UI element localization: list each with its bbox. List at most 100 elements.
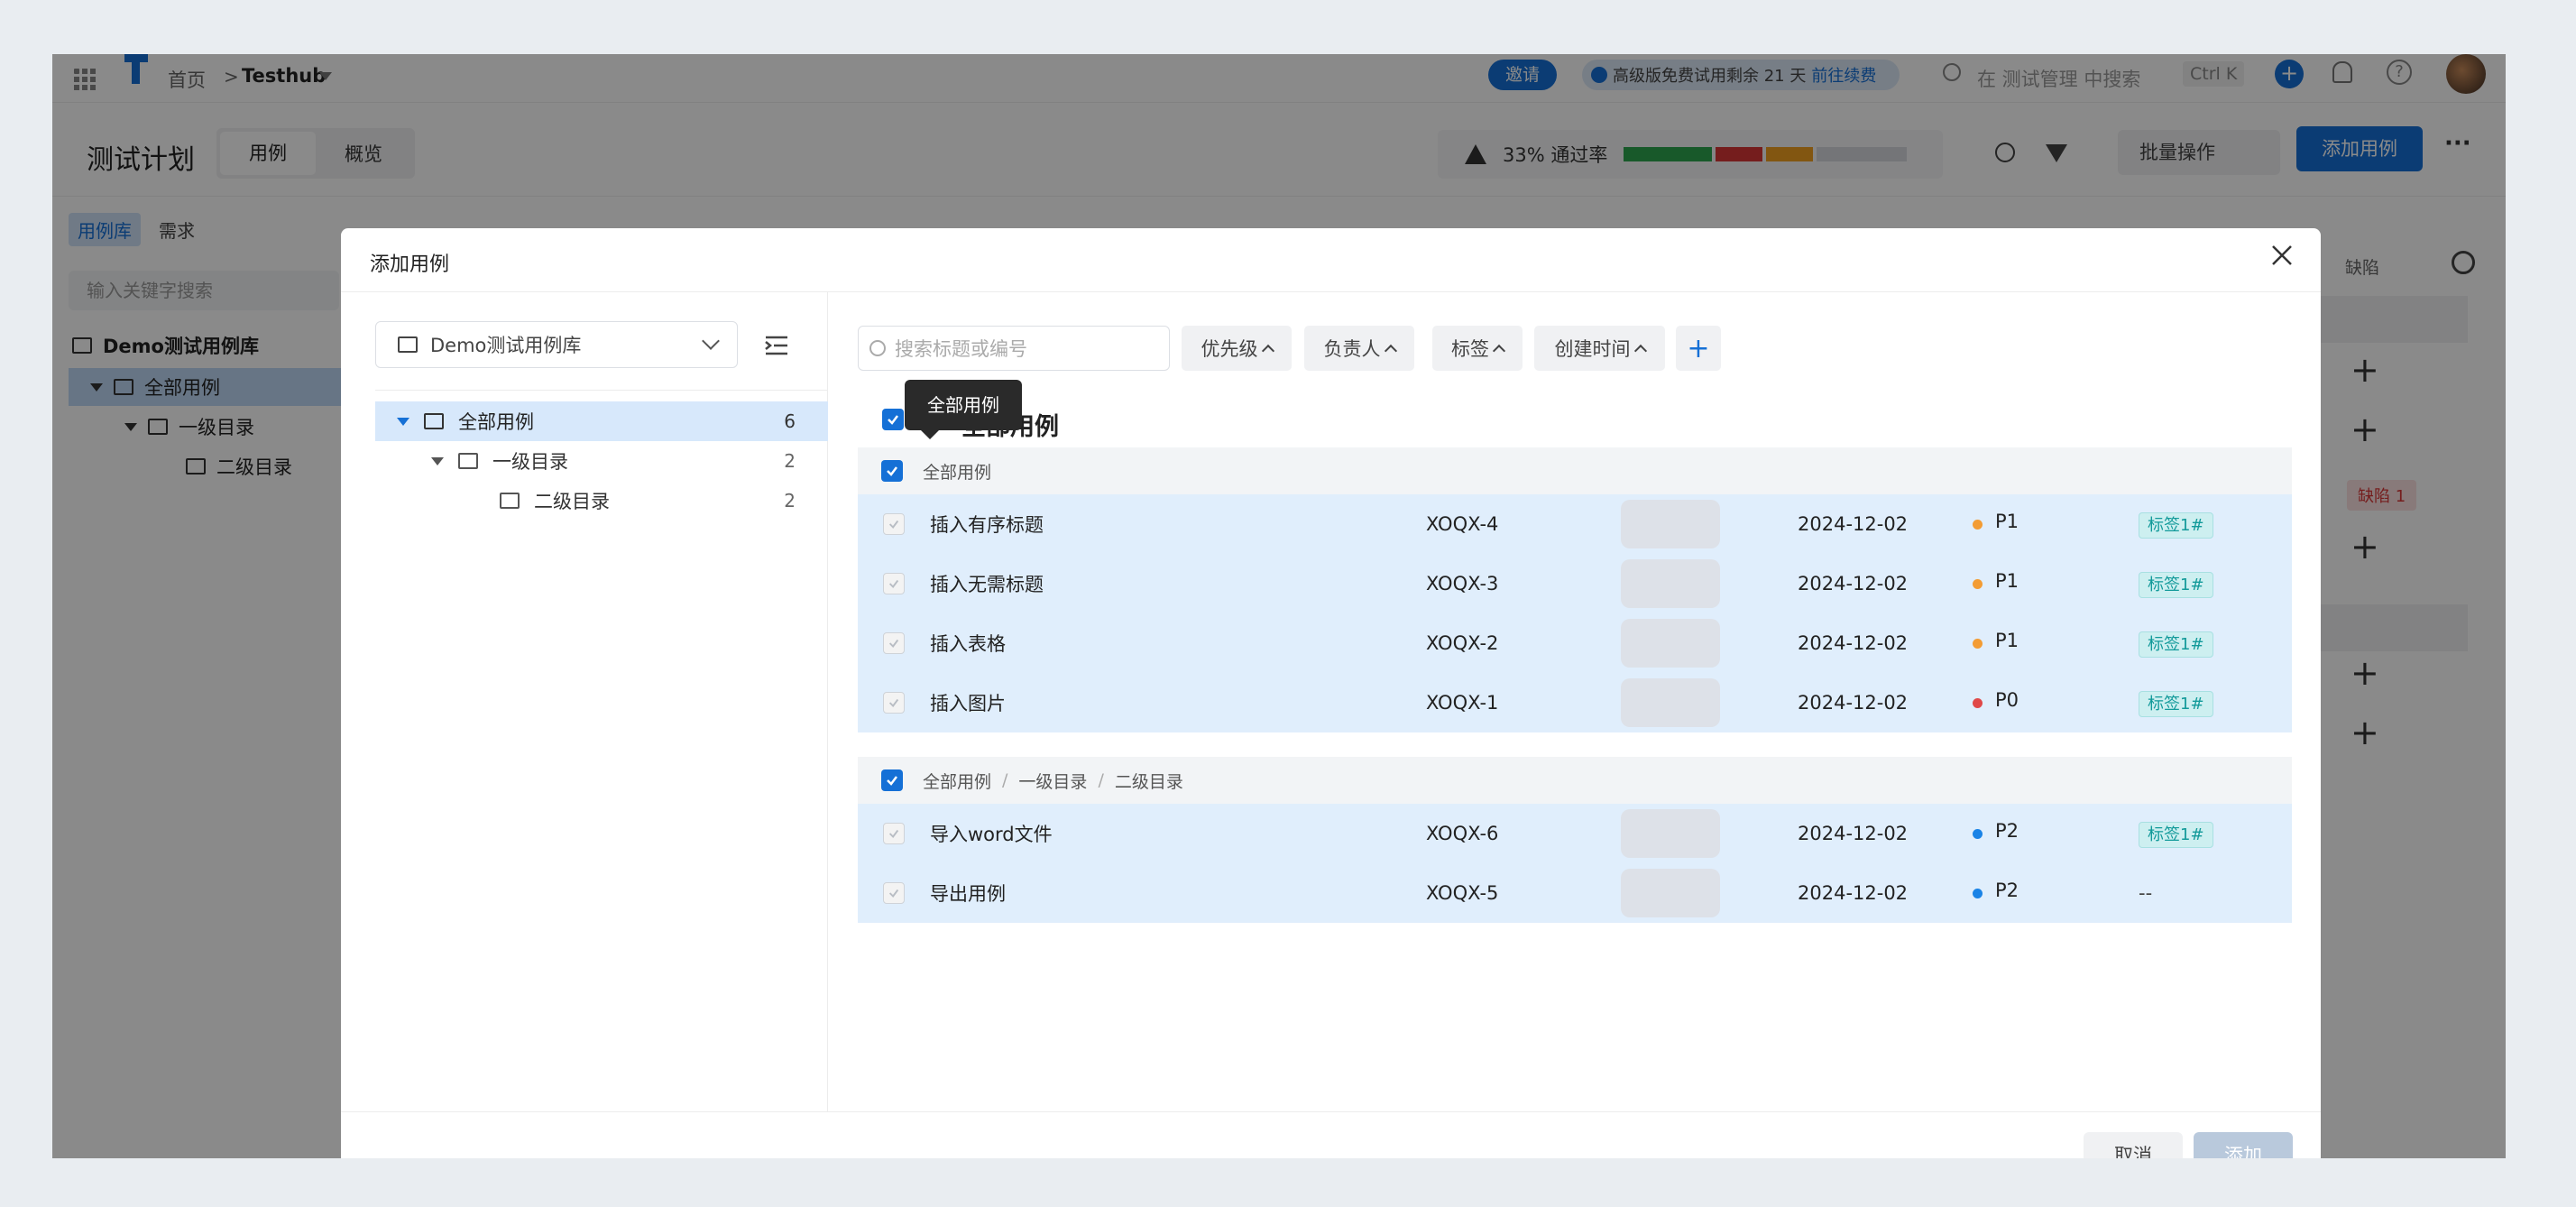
case-row[interactable]: 插入图片 XOQX-1 2024-12-02 P0 标签1# (858, 673, 2292, 732)
case-id: XOQX-4 (1426, 513, 1499, 535)
case-row[interactable]: 插入有序标题 XOQX-4 2024-12-02 P1 标签1# (858, 494, 2292, 554)
group-header: 全部用例 (858, 447, 2292, 494)
created-date: 2024-12-02 (1798, 692, 1909, 714)
case-row[interactable]: 插入无需标题 XOQX-3 2024-12-02 P1 标签1# (858, 554, 2292, 613)
row-checkbox[interactable] (883, 692, 905, 714)
tag-cell: 标签1# (2139, 631, 2292, 658)
tree-label: 全部用例 (458, 411, 534, 433)
search-placeholder: 搜索标题或编号 (895, 338, 1027, 360)
modal-title: 添加用例 (370, 253, 450, 276)
chevron-up-icon (1492, 344, 1506, 358)
group-checkbox[interactable] (881, 769, 903, 791)
tag-badge: 标签1# (2139, 512, 2213, 539)
case-title[interactable]: 导入word文件 (930, 820, 1426, 847)
priority-dot (1973, 697, 1983, 708)
case-search-input[interactable]: 搜索标题或编号 (858, 326, 1170, 371)
tag-cell: 标签1# (2139, 512, 2292, 539)
row-checkbox[interactable] (883, 513, 905, 535)
assignee-avatar-placeholder (1621, 809, 1720, 858)
case-id: XOQX-3 (1426, 573, 1499, 594)
add-filter-button[interactable]: + (1676, 326, 1721, 371)
chevron-up-icon (1261, 344, 1274, 358)
filter-created-time[interactable]: 创建时间 (1534, 326, 1665, 371)
priority-cell: P1 (1973, 570, 2139, 592)
case-id: XOQX-1 (1426, 692, 1499, 714)
assignee-cell (1621, 809, 1798, 858)
library-select[interactable]: Demo测试用例库 (375, 321, 738, 368)
modal-tree-item-level1[interactable]: 一级目录 2 (375, 441, 828, 481)
assignee-avatar-placeholder (1621, 500, 1720, 548)
row-checkbox[interactable] (883, 632, 905, 654)
add-button[interactable]: 添加 (2194, 1132, 2293, 1158)
row-checkbox-cell (858, 823, 930, 844)
tooltip-arrow (921, 430, 939, 439)
app-window: 首页 > Testhub 邀请 高级版免费试用剩余 21 天 前往续费 在 测试… (52, 54, 2506, 1158)
chevron-down-icon (702, 332, 720, 350)
tree-count: 2 (784, 490, 796, 511)
group-path-segment: 一级目录 (1018, 771, 1088, 792)
row-checkbox[interactable] (883, 882, 905, 904)
expand-icon[interactable] (397, 417, 409, 426)
assignee-avatar-placeholder (1621, 869, 1720, 917)
priority-label: P1 (1995, 570, 2019, 592)
case-row[interactable]: 导入word文件 XOQX-6 2024-12-02 P2 标签1# (858, 804, 2292, 863)
tag-cell: 标签1# (2139, 572, 2292, 598)
priority-cell: P1 (1973, 630, 2139, 651)
case-id: XOQX-6 (1426, 823, 1499, 844)
priority-label: P1 (1995, 630, 2019, 651)
priority-dot (1973, 638, 1983, 649)
modal-tree-item-all[interactable]: 全部用例 6 (375, 401, 828, 441)
assignee-avatar-placeholder (1621, 678, 1720, 727)
priority-label: P0 (1995, 689, 2019, 711)
priority-label: P1 (1995, 511, 2019, 532)
chevron-up-icon (1384, 344, 1397, 358)
group-header: 全部用例 / 一级目录 / 二级目录 (858, 757, 2292, 804)
case-row[interactable]: 插入表格 XOQX-2 2024-12-02 P1 标签1# (858, 613, 2292, 673)
empty-tag: -- (2139, 882, 2153, 904)
case-title[interactable]: 插入无需标题 (930, 570, 1426, 597)
priority-dot (1973, 828, 1983, 839)
case-row[interactable]: 导出用例 XOQX-5 2024-12-02 P2 -- (858, 863, 2292, 923)
tag-cell: 标签1# (2139, 691, 2292, 717)
path-separator: / (1002, 770, 1008, 790)
priority-dot (1973, 519, 1983, 530)
tooltip: 全部用例 (905, 380, 1022, 439)
case-title[interactable]: 插入表格 (930, 630, 1426, 657)
row-checkbox-cell (858, 692, 930, 714)
filter-tag[interactable]: 标签 (1432, 326, 1523, 371)
search-icon (869, 340, 886, 356)
case-title[interactable]: 插入图片 (930, 689, 1426, 716)
folder-icon (458, 453, 478, 469)
priority-label: P2 (1995, 820, 2019, 842)
row-checkbox-cell (858, 632, 930, 654)
add-case-modal: 添加用例 Demo测试用例库 全部用例 6 一级目录 2 二级目录 2 搜索标题… (341, 228, 2321, 1158)
created-date: 2024-12-02 (1798, 632, 1909, 654)
row-checkbox[interactable] (883, 823, 905, 844)
tag-badge: 标签1# (2139, 631, 2213, 658)
filter-priority[interactable]: 优先级 (1182, 326, 1292, 371)
group-path: 全部用例 (923, 462, 992, 483)
priority-dot (1973, 578, 1983, 589)
case-rows: 导入word文件 XOQX-6 2024-12-02 P2 标签1# 导出用例 … (858, 804, 2292, 923)
row-checkbox[interactable] (883, 573, 905, 594)
close-icon[interactable] (2268, 241, 2296, 270)
priority-label: P2 (1995, 880, 2019, 901)
assignee-cell (1621, 678, 1798, 727)
select-all-checkbox[interactable] (882, 409, 904, 430)
created-date: 2024-12-02 (1798, 513, 1909, 535)
collapse-tree-icon[interactable] (765, 336, 788, 355)
cancel-button[interactable]: 取消 (2084, 1132, 2183, 1158)
tooltip-text: 全部用例 (927, 394, 999, 416)
modal-tree-item-level2[interactable]: 二级目录 2 (375, 481, 828, 521)
case-title[interactable]: 导出用例 (930, 880, 1426, 907)
expand-icon[interactable] (431, 456, 444, 465)
tag-badge: 标签1# (2139, 822, 2213, 848)
filter-assignee[interactable]: 负责人 (1304, 326, 1414, 371)
case-title[interactable]: 插入有序标题 (930, 511, 1426, 538)
case-group: 全部用例 插入有序标题 XOQX-4 2024-12-02 P1 标签1# 插入… (858, 447, 2292, 732)
assignee-avatar-placeholder (1621, 619, 1720, 668)
path-separator: / (1098, 770, 1104, 790)
filter-label: 创建时间 (1554, 338, 1631, 360)
group-checkbox[interactable] (881, 460, 903, 482)
assignee-cell (1621, 619, 1798, 668)
